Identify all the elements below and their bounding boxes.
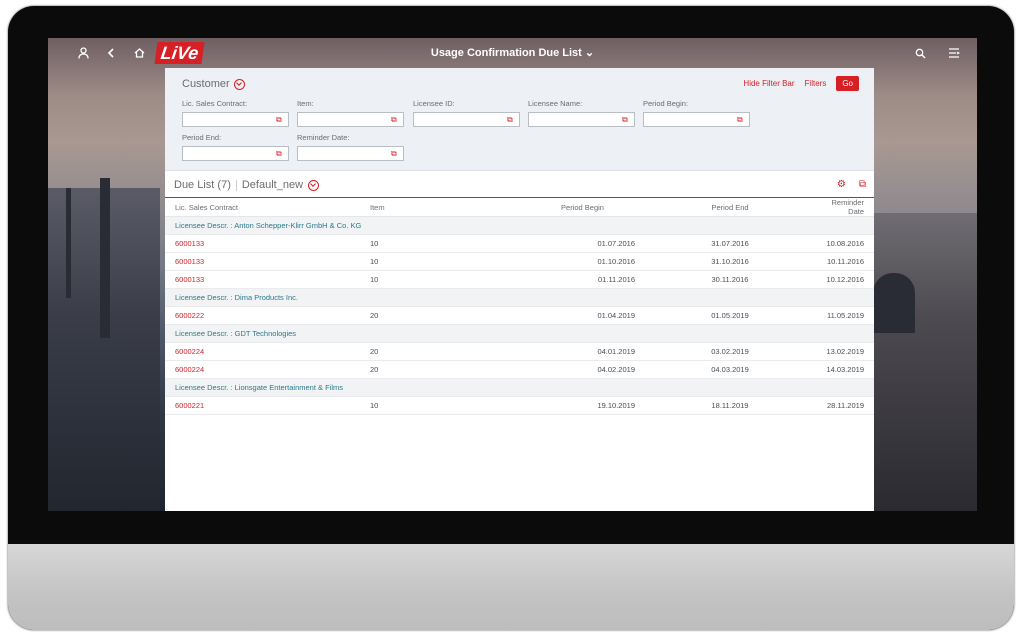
due-list-table: Lic. Sales Contract Item Period Begin Pe… <box>165 198 874 415</box>
table-row[interactable]: 6000133 10 01.07.2016 31.07.2016 10.08.2016 <box>165 234 874 253</box>
table-header-row: Lic. Sales Contract Item Period Begin Pe… <box>165 198 874 217</box>
table-row[interactable]: 6000222 20 01.04.2019 01.05.2019 11.05.2019 <box>165 306 874 325</box>
table-row[interactable]: 6000224 20 04.01.2019 03.02.2019 13.02.2019 <box>165 342 874 361</box>
field-label: Lic. Sales Contract: <box>182 99 248 108</box>
field-label: Licensee ID: <box>413 99 455 108</box>
group-header-row[interactable]: Licensee Descr. : GDT Technologies <box>165 324 874 343</box>
screen: LiVe Usage Confirmation Due List ⌄ Custo… <box>48 38 977 511</box>
back-icon[interactable] <box>100 42 122 64</box>
church-tower <box>100 178 110 338</box>
chevron-down-icon[interactable]: ⌄ <box>585 47 594 59</box>
field-label: Licensee Name: <box>528 99 583 108</box>
group-header-row[interactable]: Licensee Descr. : Dima Products Inc. <box>165 288 874 307</box>
group-header-row[interactable]: Licensee Descr. : Anton Schepper-Klirr G… <box>165 216 874 235</box>
filters-button[interactable]: Filters <box>805 79 827 88</box>
licensee-name-input[interactable] <box>528 112 635 127</box>
column-header[interactable]: Lic. Sales Contract <box>165 198 360 217</box>
table-toolbar: Due List (7) Default_new ⚙ ⧉ <box>165 171 874 198</box>
field-label: Reminder Date: <box>297 133 350 142</box>
contract-link[interactable]: 6000133 <box>165 252 360 271</box>
contract-link[interactable]: 6000222 <box>165 306 360 325</box>
table-row[interactable]: 6000221 10 19.10.2019 18.11.2019 28.11.2019 <box>165 396 874 415</box>
reminder-date-field: Reminder Date: <box>297 133 404 161</box>
user-icon[interactable] <box>72 42 94 64</box>
monitor-chin <box>8 544 1014 630</box>
period-begin-field: Period Begin: <box>643 99 750 127</box>
group-header-row[interactable]: Licensee Descr. : Lionsgate Entertainmen… <box>165 378 874 397</box>
hide-filter-bar-button[interactable]: Hide Filter Bar <box>743 79 794 88</box>
contract-link[interactable]: 6000224 <box>165 360 360 379</box>
period-begin-input[interactable] <box>643 112 750 127</box>
period-end-field: Period End: <box>182 133 289 161</box>
export-icon[interactable]: ⧉ <box>859 179 866 190</box>
period-end-input[interactable] <box>182 146 289 161</box>
go-button[interactable]: Go <box>836 76 859 91</box>
menu-icon[interactable] <box>943 42 965 64</box>
column-header[interactable]: Reminder Date <box>815 198 874 217</box>
field-label: Period Begin: <box>643 99 689 108</box>
value-help-icon[interactable]: ⧉ <box>391 115 397 125</box>
licensee-id-input[interactable] <box>413 112 520 127</box>
filter-variant-selector[interactable]: Customer <box>182 78 245 90</box>
value-help-icon[interactable]: ⧉ <box>507 115 513 125</box>
value-help-icon[interactable]: ⧉ <box>391 149 397 159</box>
contract-link[interactable]: 6000221 <box>165 396 360 415</box>
reminder-date-input[interactable] <box>297 146 404 161</box>
value-help-icon[interactable]: ⧉ <box>737 115 743 125</box>
home-icon[interactable] <box>128 42 150 64</box>
dome-building <box>873 273 915 333</box>
lic-sales-contract-input[interactable] <box>182 112 289 127</box>
table-row[interactable]: 6000224 20 04.02.2019 04.03.2019 14.03.2019 <box>165 360 874 379</box>
city-background-right <box>867 213 977 511</box>
licensee-name-field: Licensee Name: <box>528 99 635 127</box>
separator <box>235 179 237 191</box>
filter-variant-label[interactable]: Customer <box>182 78 230 90</box>
field-label: Period End: <box>182 133 222 142</box>
shell-bar: LiVe Usage Confirmation Due List ⌄ <box>48 38 977 68</box>
value-help-icon[interactable]: ⧉ <box>276 115 282 125</box>
value-help-icon[interactable]: ⧉ <box>276 149 282 159</box>
column-header[interactable]: Item <box>360 198 520 217</box>
contract-link[interactable]: 6000224 <box>165 342 360 361</box>
search-icon[interactable] <box>909 42 931 64</box>
column-header[interactable]: Period Begin <box>520 198 645 217</box>
lic-sales-contract-field: Lic. Sales Contract: <box>182 99 289 127</box>
due-list-app: Customer Hide Filter Bar Filters Go Lic.… <box>165 68 874 511</box>
item-input[interactable] <box>297 112 404 127</box>
table-row[interactable]: 6000133 10 01.10.2016 31.10.2016 10.11.2016 <box>165 252 874 271</box>
table-row[interactable]: 6000133 10 01.11.2016 30.11.2016 10.12.2016 <box>165 270 874 289</box>
church-tower <box>66 188 71 298</box>
filter-bar: Customer Hide Filter Bar Filters Go Lic.… <box>165 68 874 171</box>
live-logo[interactable]: LiVe <box>154 42 205 64</box>
licensee-id-field: Licensee ID: <box>413 99 520 127</box>
item-field: Item: <box>297 99 404 127</box>
table-variant-selector[interactable]: Default_new <box>242 179 303 191</box>
column-header[interactable]: Period End <box>645 198 815 217</box>
field-label: Item: <box>297 99 314 108</box>
settings-icon[interactable]: ⚙ <box>837 179 846 190</box>
value-help-icon[interactable]: ⧉ <box>622 115 628 125</box>
monitor-frame: LiVe Usage Confirmation Due List ⌄ Custo… <box>8 6 1014 630</box>
chevron-down-icon[interactable] <box>308 179 320 191</box>
contract-link[interactable]: 6000133 <box>165 234 360 253</box>
chevron-down-icon[interactable] <box>233 78 245 90</box>
app-title[interactable]: Usage Confirmation Due List <box>431 47 582 59</box>
contract-link[interactable]: 6000133 <box>165 270 360 289</box>
table-title: Due List (7) <box>174 179 231 191</box>
